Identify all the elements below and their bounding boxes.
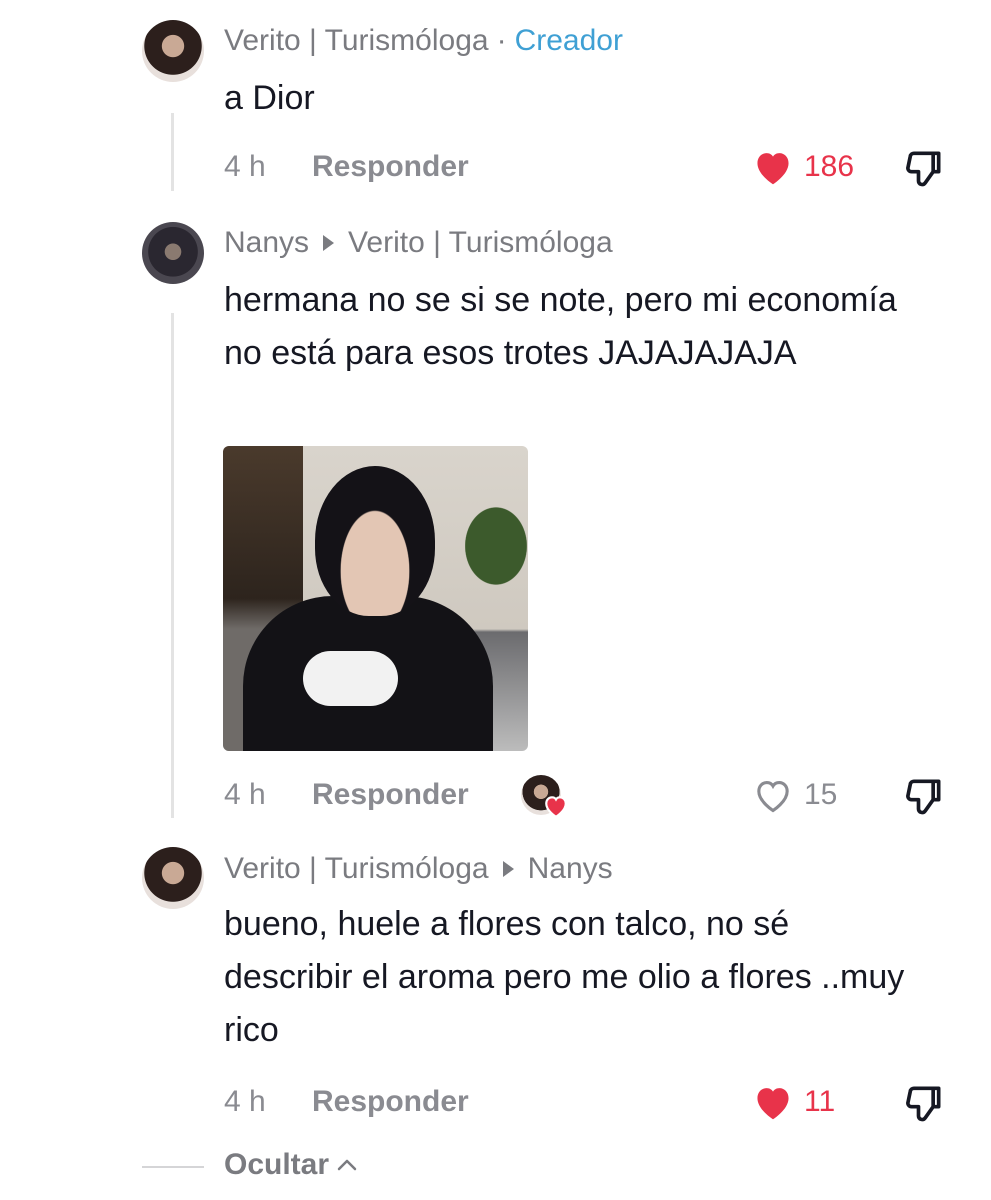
like-count: 11 <box>804 1085 836 1118</box>
thread-line <box>171 313 174 818</box>
comment-text: hermana no se si se note, pero mi econom… <box>224 281 897 372</box>
hide-replies-button[interactable]: Ocultar <box>224 1148 359 1182</box>
dislike-icon[interactable] <box>902 146 946 190</box>
author-name[interactable]: Nanys <box>224 226 309 260</box>
heart-filled-icon <box>757 153 789 185</box>
image-plant <box>448 486 528 606</box>
thread-line <box>171 113 174 191</box>
reply-to-name[interactable]: Nanys <box>528 852 613 886</box>
reply-to-name[interactable]: Verito | Turismóloga <box>348 226 613 260</box>
comment-header: Verito | Turismóloga · Creador <box>224 24 623 58</box>
reply-button[interactable]: Responder <box>312 1085 469 1119</box>
comment-text: a Dior <box>224 79 315 117</box>
dislike-icon[interactable] <box>902 774 946 818</box>
author-name[interactable]: Verito | Turismóloga <box>224 24 489 58</box>
reply-button[interactable]: Responder <box>312 778 469 812</box>
avatar[interactable] <box>142 20 204 82</box>
comment-text: bueno, huele a flores con talco, no sé d… <box>224 905 905 1049</box>
comment-meta: 4 h Responder <box>224 150 469 184</box>
dislike-icon[interactable] <box>902 1081 946 1125</box>
comment-meta: 4 h Responder <box>224 1085 469 1119</box>
hide-divider <box>142 1166 204 1168</box>
like-button[interactable]: 11 <box>752 1083 835 1121</box>
reply-button[interactable]: Responder <box>312 150 469 184</box>
like-button[interactable]: 15 <box>752 776 837 814</box>
comment-meta: 4 h Responder <box>224 778 469 812</box>
image-person-head <box>315 466 435 616</box>
comment-time: 4 h <box>224 778 266 811</box>
heart-filled-icon <box>545 796 567 818</box>
comment-image[interactable] <box>223 446 528 751</box>
image-cloth <box>303 651 398 706</box>
creator-badge: Creador <box>514 24 623 57</box>
reply-arrow-icon <box>323 235 335 251</box>
heart-outline-icon <box>757 781 789 813</box>
avatar[interactable] <box>142 847 204 909</box>
like-button[interactable]: 186 <box>752 148 854 186</box>
like-count: 186 <box>804 150 855 183</box>
reply-arrow-icon <box>502 861 514 877</box>
comment-time: 4 h <box>224 150 266 183</box>
like-count: 15 <box>804 778 838 811</box>
comment-header: Verito | Turismóloga Nanys <box>224 852 613 886</box>
comment-time: 4 h <box>224 1085 266 1118</box>
author-name[interactable]: Verito | Turismóloga <box>224 852 489 886</box>
comment-header: Nanys Verito | Turismóloga <box>224 226 613 260</box>
separator-dot: · <box>496 24 507 57</box>
hide-label: Ocultar <box>224 1148 330 1181</box>
avatar[interactable] <box>142 222 204 284</box>
heart-filled-icon <box>757 1088 789 1120</box>
chevron-up-icon <box>337 1159 357 1171</box>
